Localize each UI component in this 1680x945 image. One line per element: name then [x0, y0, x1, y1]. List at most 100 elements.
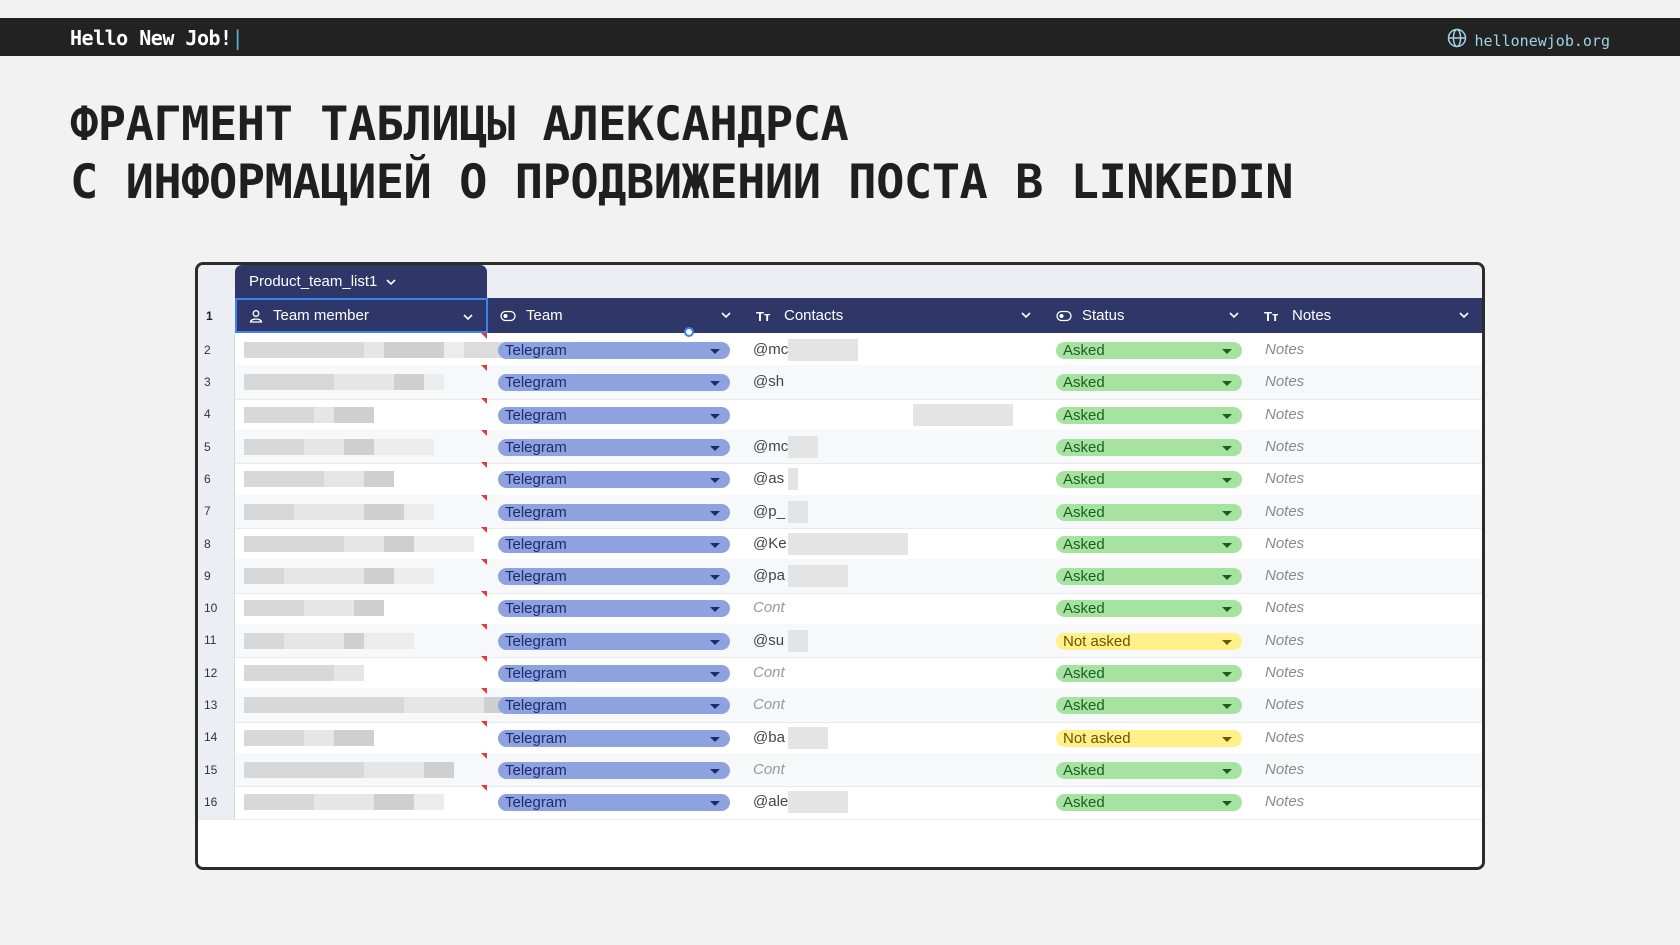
status-select[interactable]: Asked	[1056, 665, 1242, 682]
notes-cell[interactable]: Notes	[1265, 599, 1304, 616]
contact-cell[interactable]: @p_	[753, 503, 785, 520]
team-select[interactable]: Telegram	[498, 632, 730, 650]
team-select[interactable]: Telegram	[498, 503, 730, 521]
comment-marker[interactable]	[481, 688, 487, 695]
notes-cell[interactable]: Notes	[1265, 567, 1304, 584]
contact-cell[interactable]: @as	[753, 470, 784, 487]
site-link[interactable]: hellonewjob.org	[1447, 28, 1610, 53]
team-select[interactable]: Telegram	[498, 729, 730, 747]
table-row[interactable]: 5 Telegram @mc Asked Notes	[198, 429, 1482, 465]
comment-marker[interactable]	[481, 559, 487, 566]
column-notes[interactable]: Tт Notes	[1252, 298, 1482, 333]
status-select[interactable]: Asked	[1056, 535, 1242, 553]
contact-cell[interactable]: Cont	[753, 664, 785, 681]
table-row[interactable]: 8 Telegram @Ke Asked Notes	[198, 526, 1482, 562]
contact-cell[interactable]: @mc	[753, 341, 788, 358]
status-select[interactable]: Not asked	[1056, 729, 1242, 747]
team-select[interactable]: Telegram	[498, 438, 730, 456]
table-row[interactable]: 2 Telegram @mc Asked Notes	[198, 333, 1482, 368]
table-row[interactable]: 4 Telegram Asked Notes	[198, 397, 1482, 433]
table-row[interactable]: 12 Telegram Cont Asked Notes	[198, 656, 1482, 691]
table-row[interactable]: 3 Telegram @sh Asked Notes	[198, 365, 1482, 400]
comment-marker[interactable]	[481, 623, 487, 630]
comment-marker[interactable]	[481, 397, 487, 404]
team-select[interactable]: Telegram	[498, 761, 730, 779]
notes-cell[interactable]: Notes	[1265, 406, 1304, 423]
status-select[interactable]: Asked	[1056, 568, 1242, 586]
notes-cell[interactable]: Notes	[1265, 761, 1304, 778]
notes-cell[interactable]: Notes	[1265, 793, 1304, 810]
status-select[interactable]: Asked	[1056, 600, 1242, 618]
contact-cell[interactable]: @pa	[753, 567, 785, 584]
selection-handle[interactable]	[684, 327, 694, 337]
team-select[interactable]: Telegram	[498, 342, 730, 359]
column-contacts[interactable]: Tт Contacts	[744, 298, 1044, 333]
notes-cell[interactable]: Notes	[1265, 438, 1304, 455]
comment-marker[interactable]	[481, 752, 487, 759]
team-select[interactable]: Telegram	[498, 665, 730, 682]
dropdown-arrow-icon	[710, 478, 720, 484]
site-url[interactable]: hellonewjob.org	[1475, 32, 1610, 50]
notes-cell[interactable]: Notes	[1265, 373, 1304, 390]
table-row[interactable]: 15 Telegram Cont Asked Notes	[198, 752, 1482, 788]
notes-cell[interactable]: Notes	[1265, 341, 1304, 358]
tab-product-team-list[interactable]: Product_team_list1	[235, 265, 487, 298]
status-select[interactable]: Asked	[1056, 503, 1242, 521]
team-select[interactable]: Telegram	[498, 568, 730, 586]
table-row[interactable]: 10 Telegram Cont Asked Notes	[198, 591, 1482, 626]
status-select[interactable]: Not asked	[1056, 632, 1242, 650]
team-select[interactable]: Telegram	[498, 600, 730, 618]
status-select[interactable]: Asked	[1056, 374, 1242, 392]
notes-cell[interactable]: Notes	[1265, 729, 1304, 746]
notes-cell[interactable]: Notes	[1265, 632, 1304, 649]
column-team[interactable]: Team	[488, 298, 744, 333]
notes-cell[interactable]: Notes	[1265, 503, 1304, 520]
status-select[interactable]: Asked	[1056, 794, 1242, 812]
contact-cell[interactable]: @ale	[753, 793, 788, 810]
contact-cell[interactable]: @su	[753, 632, 784, 649]
status-select[interactable]: Asked	[1056, 471, 1242, 489]
contact-cell[interactable]: @mc	[753, 438, 788, 455]
team-select[interactable]: Telegram	[498, 535, 730, 553]
table-row[interactable]: 16 Telegram @ale Asked Notes	[198, 785, 1482, 820]
contact-cell[interactable]: Cont	[753, 696, 785, 713]
table-row[interactable]: 6 Telegram @as Asked Notes	[198, 462, 1482, 497]
status-select[interactable]: Asked	[1056, 342, 1242, 359]
comment-marker[interactable]	[481, 429, 487, 436]
comment-marker[interactable]	[481, 720, 487, 727]
comment-marker[interactable]	[481, 591, 487, 598]
column-team-member[interactable]: Team member	[235, 298, 488, 333]
contact-cell[interactable]: @Ke	[753, 535, 787, 552]
table-row[interactable]: 14 Telegram @ba Not asked Notes	[198, 720, 1482, 756]
table-row[interactable]: 9 Telegram @pa Asked Notes	[198, 559, 1482, 594]
comment-marker[interactable]	[481, 494, 487, 501]
status-select[interactable]: Asked	[1056, 406, 1242, 424]
comment-marker[interactable]	[481, 785, 487, 792]
comment-marker[interactable]	[481, 526, 487, 533]
table-row[interactable]: 13 Telegram Cont Asked Notes	[198, 688, 1482, 723]
notes-cell[interactable]: Notes	[1265, 470, 1304, 487]
team-select[interactable]: Telegram	[498, 374, 730, 392]
table-row[interactable]: 11 Telegram @su Not asked Notes	[198, 623, 1482, 659]
notes-cell[interactable]: Notes	[1265, 696, 1304, 713]
comment-marker[interactable]	[481, 333, 487, 339]
member-name-redacted	[244, 729, 374, 746]
comment-marker[interactable]	[481, 656, 487, 662]
status-select[interactable]: Asked	[1056, 697, 1242, 715]
team-select[interactable]: Telegram	[498, 471, 730, 489]
contact-cell[interactable]: @sh	[753, 373, 784, 390]
contact-cell[interactable]: @ba	[753, 729, 785, 746]
comment-marker[interactable]	[481, 365, 487, 372]
contact-cell[interactable]: Cont	[753, 599, 785, 616]
comment-marker[interactable]	[481, 462, 487, 469]
table-row[interactable]: 7 Telegram @p_ Asked Notes	[198, 494, 1482, 529]
team-select[interactable]: Telegram	[498, 794, 730, 812]
notes-cell[interactable]: Notes	[1265, 535, 1304, 552]
status-select[interactable]: Asked	[1056, 761, 1242, 779]
contact-cell[interactable]: Cont	[753, 761, 785, 778]
team-select[interactable]: Telegram	[498, 697, 730, 715]
team-select[interactable]: Telegram	[498, 406, 730, 424]
status-select[interactable]: Asked	[1056, 438, 1242, 456]
notes-cell[interactable]: Notes	[1265, 664, 1304, 681]
column-status[interactable]: Status	[1044, 298, 1252, 333]
